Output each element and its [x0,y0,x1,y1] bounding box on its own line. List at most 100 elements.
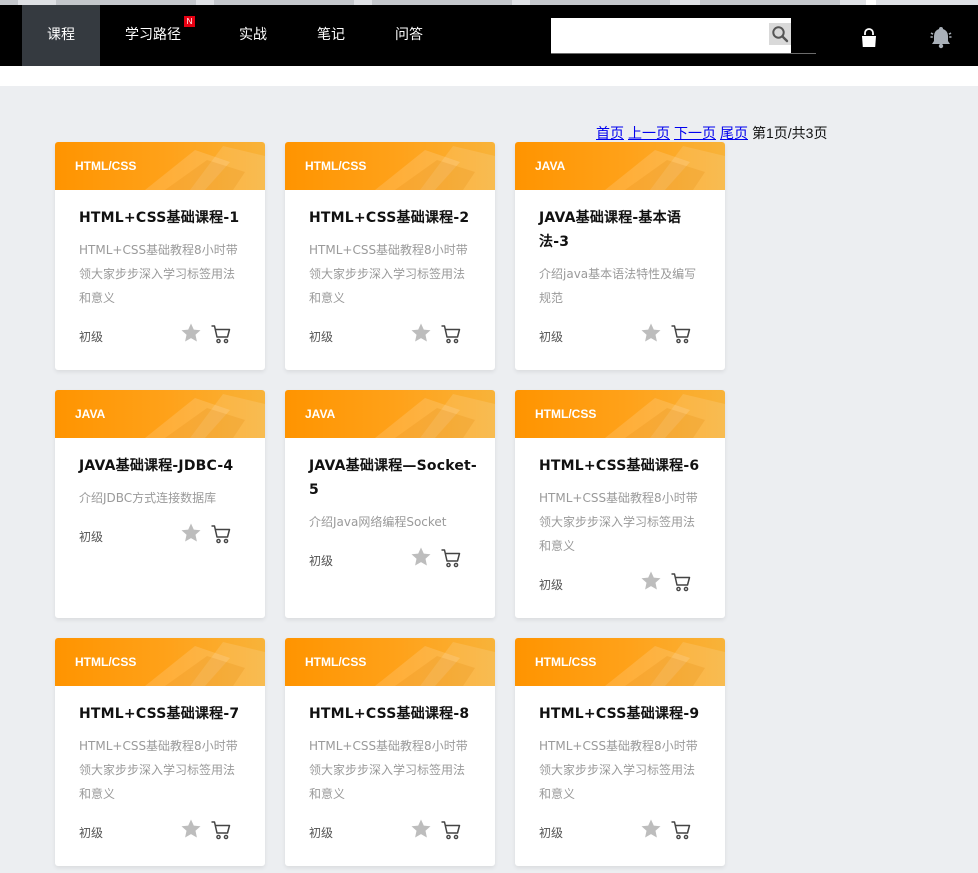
star-icon[interactable] [410,322,432,344]
card-banner: HTML/CSS [285,142,495,190]
card-description: HTML+CSS基础教程8小时带领大家步步深入学习标签用法和意义 [309,243,468,305]
star-icon[interactable] [180,818,202,840]
card-description: HTML+CSS基础教程8小时带领大家步步深入学习标签用法和意义 [309,739,468,801]
course-card[interactable]: JAVA JAVA基础课程-基本语法-3 介绍java基本语法特性及编写规范 初… [515,142,725,370]
nav-item-practice[interactable]: 实战 [226,5,280,66]
book-decoration [375,394,495,438]
star-icon[interactable] [640,570,662,592]
card-banner: JAVA [515,142,725,190]
card-description: HTML+CSS基础教程8小时带领大家步步深入学习标签用法和意义 [539,491,698,553]
card-description: HTML+CSS基础教程8小时带领大家步步深入学习标签用法和意义 [79,243,238,305]
card-level: 初级 [309,554,334,568]
card-level: 初级 [79,530,104,544]
course-card[interactable]: HTML/CSS HTML+CSS基础课程-6 HTML+CSS基础教程8小时带… [515,390,725,618]
course-card[interactable]: JAVA JAVA基础课程—Socket-5 介绍Java网络编程Socket … [285,390,495,618]
cart-icon[interactable] [670,571,692,593]
nav-item-qa[interactable]: 问答 [382,5,436,66]
book-decoration [375,146,495,190]
pager-status: 第1页/共3页 [752,125,828,141]
card-description: 介绍Java网络编程Socket [309,515,447,529]
card-description: 介绍java基本语法特性及编写规范 [539,267,697,305]
new-badge: N [184,16,195,27]
book-decoration [605,146,725,190]
course-card[interactable]: HTML/CSS HTML+CSS基础课程-1 HTML+CSS基础教程8小时带… [55,142,265,370]
bag-icon [862,28,876,47]
card-category-tag: HTML/CSS [305,655,367,669]
card-title[interactable]: HTML+CSS基础课程-6 [539,454,707,478]
card-banner: HTML/CSS [55,142,265,190]
course-card[interactable]: HTML/CSS HTML+CSS基础课程-7 HTML+CSS基础教程8小时带… [55,638,265,866]
card-banner: JAVA [285,390,495,438]
card-category-tag: JAVA [75,407,106,421]
card-title[interactable]: HTML+CSS基础课程-2 [309,206,477,230]
nav-item-notes[interactable]: 笔记 [304,5,358,66]
course-card[interactable]: HTML/CSS HTML+CSS基础课程-9 HTML+CSS基础教程8小时带… [515,638,725,866]
card-level: 初级 [309,330,334,344]
star-icon[interactable] [640,322,662,344]
search-icon [772,26,789,43]
card-title[interactable]: HTML+CSS基础课程-1 [79,206,247,230]
book-decoration [605,642,725,686]
cart-bag-button[interactable] [856,25,882,51]
star-icon[interactable] [410,818,432,840]
nav-item-courses[interactable]: 课程 [22,5,100,66]
card-category-tag: HTML/CSS [535,655,597,669]
card-title[interactable]: HTML+CSS基础课程-8 [309,702,477,726]
course-card[interactable]: JAVA JAVA基础课程-JDBC-4 介绍JDBC方式连接数据库 初级 [55,390,265,618]
pager-next-link[interactable]: 下一页 [674,125,716,141]
nav-item-learning-path[interactable]: 学习路径 [116,5,190,66]
star-icon[interactable] [410,546,432,568]
card-level: 初级 [539,578,564,592]
search-box [551,18,791,54]
book-decoration [145,642,265,686]
header-spacer [0,66,978,86]
pager-first-link[interactable]: 首页 [596,125,624,141]
card-title[interactable]: HTML+CSS基础课程-9 [539,702,707,726]
pagination: 首页 上一页 下一页 尾页 第1页/共3页 [596,123,827,143]
top-navbar: 课程 学习路径 N 实战 笔记 问答 [0,5,978,66]
cart-icon[interactable] [670,819,692,841]
card-banner: HTML/CSS [515,390,725,438]
book-decoration [145,394,265,438]
cart-icon[interactable] [210,819,232,841]
card-level: 初级 [79,826,104,840]
card-banner: HTML/CSS [285,638,495,686]
card-title[interactable]: JAVA基础课程-JDBC-4 [79,454,247,478]
card-description: 介绍JDBC方式连接数据库 [79,491,217,505]
card-title[interactable]: HTML+CSS基础课程-7 [79,702,247,726]
card-category-tag: JAVA [305,407,336,421]
card-description: HTML+CSS基础教程8小时带领大家步步深入学习标签用法和意义 [79,739,238,801]
card-banner: JAVA [55,390,265,438]
star-icon[interactable] [640,818,662,840]
book-decoration [375,642,495,686]
card-category-tag: HTML/CSS [305,159,367,173]
pager-last-link[interactable]: 尾页 [720,125,748,141]
card-category-tag: HTML/CSS [75,655,137,669]
cart-icon[interactable] [440,547,462,569]
card-level: 初级 [79,330,104,344]
search-button[interactable] [769,23,791,45]
star-icon[interactable] [180,522,202,544]
bell-icon [930,27,952,49]
card-banner: HTML/CSS [515,638,725,686]
cart-icon[interactable] [670,323,692,345]
course-card[interactable]: HTML/CSS HTML+CSS基础课程-2 HTML+CSS基础教程8小时带… [285,142,495,370]
card-level: 初级 [309,826,334,840]
card-category-tag: HTML/CSS [535,407,597,421]
cart-icon[interactable] [440,323,462,345]
card-category-tag: JAVA [535,159,566,173]
search-underline [551,53,816,54]
card-title[interactable]: JAVA基础课程-基本语法-3 [539,206,707,254]
notification-button[interactable] [926,22,956,52]
card-level: 初级 [539,826,564,840]
card-description: HTML+CSS基础教程8小时带领大家步步深入学习标签用法和意义 [539,739,698,801]
card-title[interactable]: JAVA基础课程—Socket-5 [309,454,477,502]
cart-icon[interactable] [210,323,232,345]
course-card[interactable]: HTML/CSS HTML+CSS基础课程-8 HTML+CSS基础教程8小时带… [285,638,495,866]
search-input[interactable] [551,18,767,54]
pager-prev-link[interactable]: 上一页 [628,125,670,141]
star-icon[interactable] [180,322,202,344]
cart-icon[interactable] [440,819,462,841]
cart-icon[interactable] [210,523,232,545]
book-decoration [605,394,725,438]
